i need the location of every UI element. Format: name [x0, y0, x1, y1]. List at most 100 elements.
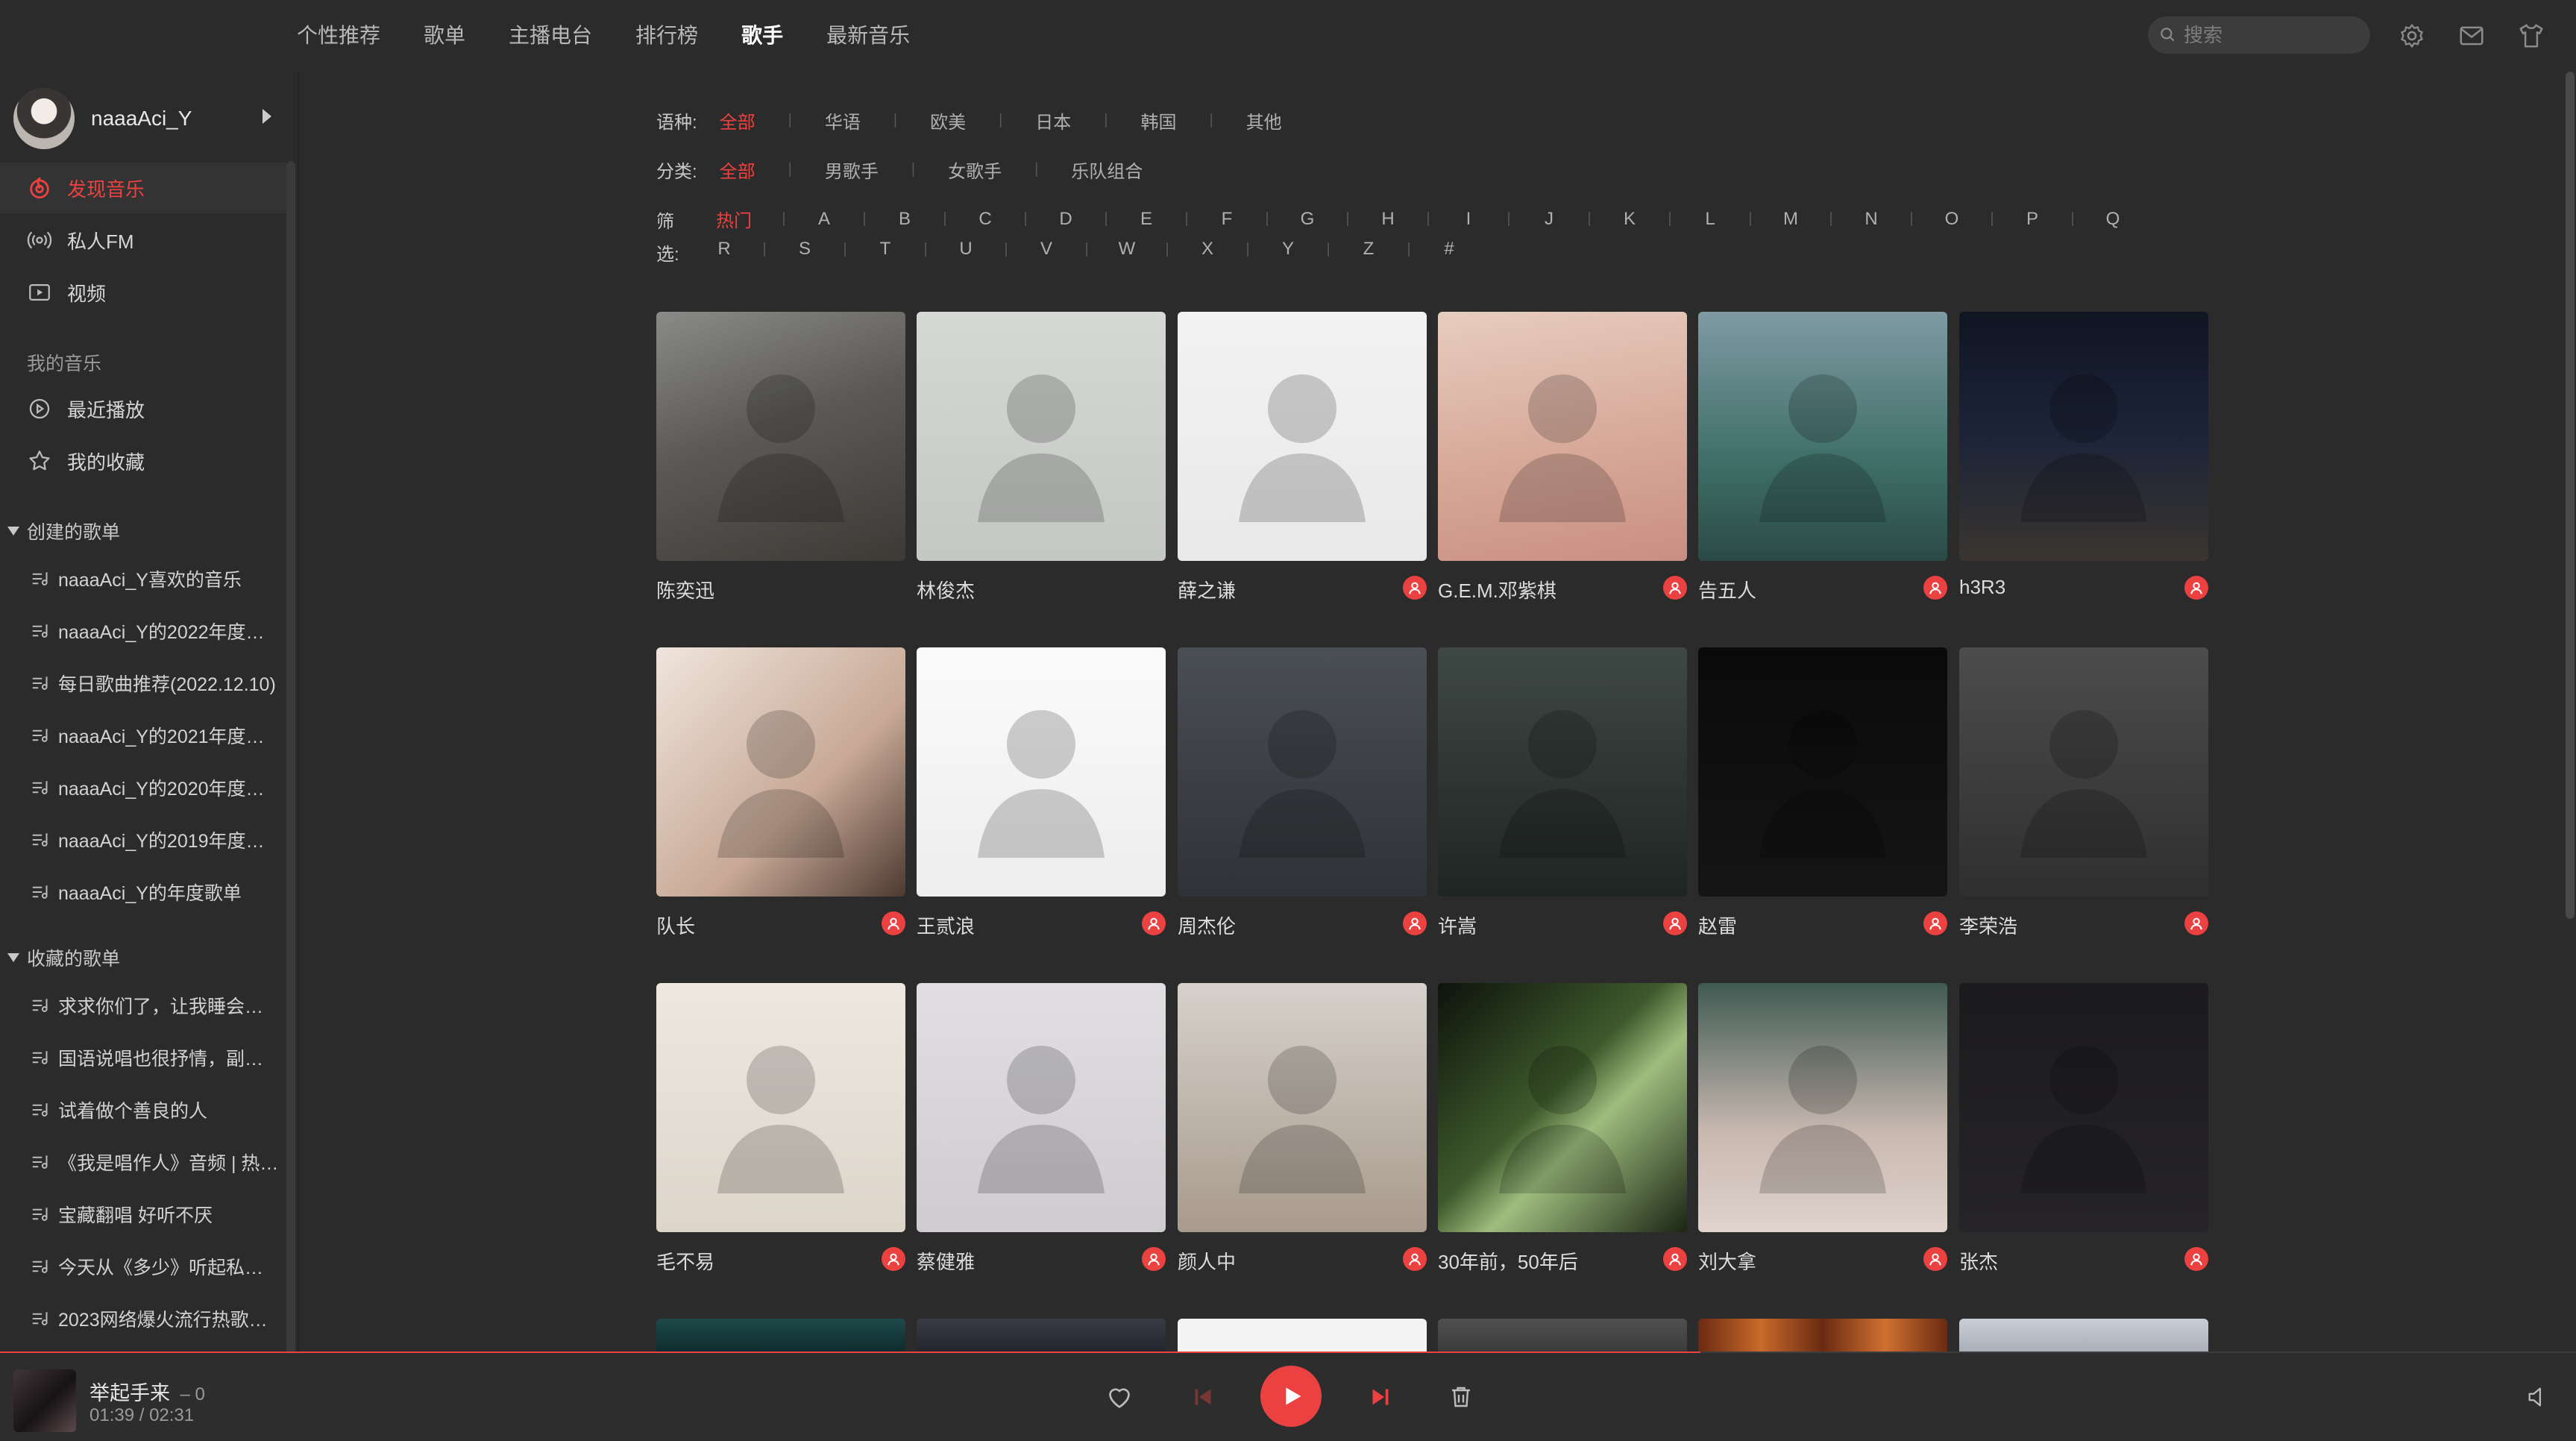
artist-photo[interactable] [656, 647, 905, 897]
playlist-item[interactable]: naaaAci_Y的2022年度… [30, 609, 283, 653]
playlist-item[interactable]: naaaAci_Y喜欢的音乐 [30, 556, 283, 601]
artist-card[interactable]: 赵雷 [1698, 647, 1947, 940]
language-option-other[interactable]: 其他 [1246, 107, 1282, 134]
letter-option[interactable]: K [1620, 209, 1639, 230]
artist-cover-partial[interactable] [1178, 1319, 1427, 1353]
artist-name[interactable]: 陈奕迅 [656, 576, 714, 603]
letter-option[interactable]: G [1298, 209, 1317, 230]
sidebar-scrollbar[interactable] [286, 161, 295, 1354]
playlist-item[interactable]: 试着做个善良的人 [30, 1087, 283, 1132]
playlist-item[interactable]: 宝藏翻唱 好听不厌 [30, 1192, 283, 1237]
artist-photo[interactable] [1438, 312, 1687, 561]
playlist-item[interactable]: 每日歌曲推荐(2022.12.10) [30, 661, 283, 706]
skin-shirt-icon[interactable] [2515, 19, 2548, 52]
artist-verified-icon[interactable] [1142, 1247, 1166, 1271]
letter-option[interactable]: X [1198, 239, 1217, 260]
artist-card[interactable]: 队长 [656, 647, 905, 940]
language-option-western[interactable]: 欧美 [930, 107, 966, 134]
artist-photo[interactable] [1698, 312, 1947, 561]
volume-icon[interactable] [2521, 1380, 2555, 1414]
artist-card[interactable]: 薛之谦 [1178, 312, 1427, 604]
artist-cover-partial[interactable] [1438, 1319, 1687, 1353]
sidebar-item-favorites[interactable]: 我的收藏 [0, 436, 286, 486]
artist-card[interactable]: 告五人 [1698, 312, 1947, 604]
letter-option[interactable]: J [1539, 209, 1559, 230]
letter-option[interactable]: F [1217, 209, 1237, 230]
artist-name[interactable]: 蔡健雅 [917, 1247, 975, 1275]
collected-playlists-header[interactable]: 收藏的歌单 [7, 944, 120, 971]
playlist-item[interactable]: 2023网络爆火流行热歌… [30, 1296, 283, 1341]
triangle-down-icon[interactable] [7, 527, 19, 536]
tab-recommend[interactable]: 个性推荐 [297, 18, 380, 54]
artist-verified-icon[interactable] [2184, 576, 2208, 600]
artist-name[interactable]: 刘大拿 [1698, 1247, 1756, 1275]
tab-playlists[interactable]: 歌单 [424, 18, 465, 54]
now-playing-cover[interactable] [13, 1369, 76, 1432]
letter-option[interactable]: M [1781, 209, 1800, 230]
sidebar-item-video[interactable]: 视频 [0, 267, 286, 318]
artist-name[interactable]: 周杰伦 [1178, 911, 1236, 939]
artist-photo[interactable] [1698, 983, 1947, 1232]
letter-option[interactable]: V [1037, 239, 1056, 260]
artist-card[interactable]: h3R3 [1959, 312, 2208, 604]
like-heart-icon[interactable] [1102, 1380, 1137, 1414]
letter-option[interactable]: T [876, 239, 895, 260]
sidebar-item-fm[interactable]: 私人FM [0, 215, 286, 266]
artist-name[interactable]: 张杰 [1959, 1247, 1998, 1275]
artist-card[interactable]: 毛不易 [656, 983, 905, 1275]
artist-verified-icon[interactable] [2184, 911, 2208, 935]
language-option-japanese[interactable]: 日本 [1035, 107, 1071, 134]
artist-card[interactable]: 刘大拿 [1698, 983, 1947, 1275]
search-input[interactable] [2182, 22, 2357, 48]
letter-option[interactable]: O [1942, 209, 1961, 230]
category-option-all[interactable]: 全部 [720, 157, 755, 183]
artist-name[interactable]: G.E.M.邓紫棋 [1438, 576, 1556, 603]
artist-card[interactable]: 陈奕迅 [656, 312, 905, 604]
sidebar-item-recent[interactable]: 最近播放 [0, 383, 286, 434]
artist-verified-icon[interactable] [1403, 1247, 1427, 1271]
tab-radio[interactable]: 主播电台 [509, 18, 592, 54]
letter-option[interactable]: L [1700, 209, 1720, 230]
artist-photo[interactable] [917, 983, 1166, 1232]
next-track-icon[interactable] [1363, 1380, 1398, 1414]
artist-name[interactable]: 30年前，50年后 [1438, 1247, 1578, 1275]
artist-verified-icon[interactable] [1663, 911, 1687, 935]
artist-name[interactable]: h3R3 [1959, 576, 2005, 599]
playlist-item[interactable]: 《我是唱作人》音频 | 热… [30, 1140, 283, 1184]
artist-photo[interactable] [1959, 312, 2208, 561]
letter-option[interactable]: Y [1278, 239, 1298, 260]
artist-cover-partial[interactable] [917, 1319, 1166, 1353]
avatar[interactable] [13, 88, 75, 149]
artist-verified-icon[interactable] [1403, 911, 1427, 935]
artist-photo[interactable] [1698, 647, 1947, 897]
language-option-chinese[interactable]: 华语 [825, 107, 861, 134]
artist-photo[interactable] [656, 983, 905, 1232]
letter-option[interactable]: C [976, 209, 995, 230]
tab-artists[interactable]: 歌手 [741, 18, 783, 54]
artist-verified-icon[interactable] [1142, 911, 1166, 935]
artist-photo[interactable] [917, 647, 1166, 897]
artist-photo[interactable] [656, 312, 905, 561]
now-playing-title[interactable]: 举起手来 – 0 [89, 1377, 205, 1406]
username[interactable]: naaaAci_Y [91, 107, 192, 131]
letter-option[interactable]: D [1056, 209, 1075, 230]
artist-card[interactable]: 王贰浪 [917, 647, 1166, 940]
artist-name[interactable]: 许嵩 [1438, 911, 1477, 939]
triangle-down-icon[interactable] [7, 953, 19, 962]
artist-cover-partial[interactable] [1698, 1319, 1947, 1353]
playlist-item[interactable]: naaaAci_Y的年度歌单 [30, 870, 283, 914]
letter-option[interactable]: W [1117, 239, 1137, 260]
artist-name[interactable]: 林俊杰 [917, 576, 975, 603]
letter-option[interactable]: Q [2103, 209, 2123, 230]
artist-photo[interactable] [1438, 983, 1687, 1232]
playlist-item[interactable]: 求求你们了，让我睡会… [30, 983, 283, 1028]
artist-card[interactable]: 周杰伦 [1178, 647, 1427, 940]
letter-option[interactable]: Z [1359, 239, 1378, 260]
settings-gear-icon[interactable] [2396, 19, 2428, 52]
letter-option[interactable]: # [1439, 239, 1459, 260]
letter-option[interactable]: E [1137, 209, 1156, 230]
artist-photo[interactable] [1178, 312, 1427, 561]
language-option-all[interactable]: 全部 [720, 107, 755, 134]
letter-option[interactable]: H [1378, 209, 1398, 230]
artist-name[interactable]: 颜人中 [1178, 1247, 1236, 1275]
